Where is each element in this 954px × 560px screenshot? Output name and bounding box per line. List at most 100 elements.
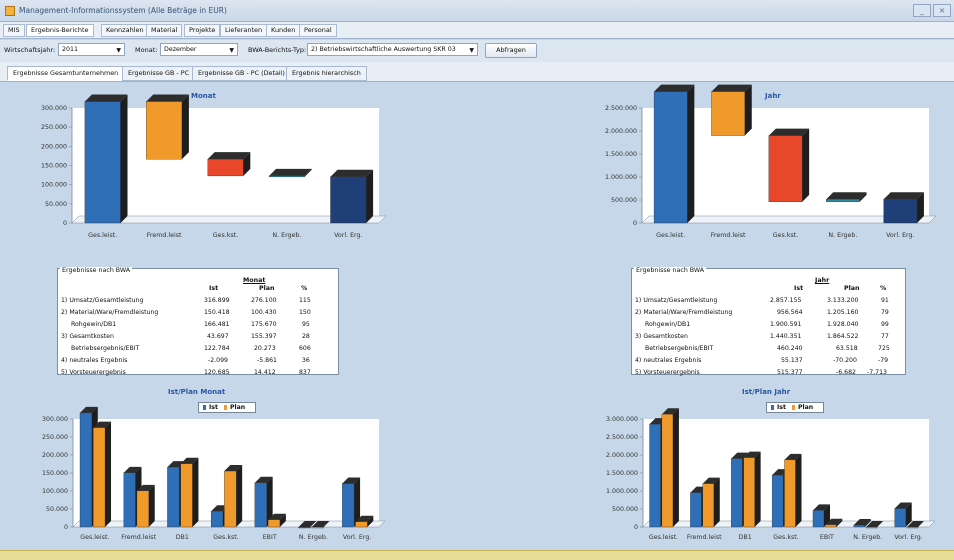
- menu-lieferanten[interactable]: Lieferanten: [220, 24, 268, 37]
- table-cell: -5.861: [257, 357, 277, 364]
- chart-bar: [254, 482, 267, 528]
- year-pct-header: %: [880, 285, 887, 292]
- table-cell: 166.481: [204, 321, 230, 328]
- year-ist-plan-chart: 0 500.000 1.000.000 1.500.000 2.000.000 2.500…: [606, 408, 936, 541]
- table-cell: 2) Material/Ware/Fremdleistung: [635, 309, 733, 316]
- table-cell: 3) Gesamtkosten: [635, 333, 688, 340]
- bar-top: [146, 94, 189, 102]
- legend-swatch-plan: [223, 404, 227, 410]
- x-category-label: Vorl. Erg.: [886, 232, 914, 239]
- year-select[interactable]: 2011 ▼: [58, 43, 125, 56]
- year-plan-header: Plan: [844, 285, 860, 292]
- menu-kunden[interactable]: Kunden: [266, 24, 301, 37]
- x-category-label: Ges.leist.: [80, 534, 109, 541]
- menu-kennzahlen[interactable]: Kennzahlen: [101, 24, 149, 37]
- tab-gb-pc-detail[interactable]: Ergebnisse GB - PC (Detail): [192, 66, 291, 81]
- chart-bar: [649, 423, 661, 528]
- x-category-label: N. Ergeb.: [299, 534, 328, 541]
- chart-bar: [224, 470, 237, 528]
- legend-label-plan: Plan: [797, 404, 814, 411]
- report-content: Monat 0 50.000 100.000 150.000 200.000 250.00…: [8, 84, 946, 548]
- y-tick-label: 0: [63, 220, 67, 227]
- y-tick-label: 3.000.000: [606, 416, 638, 423]
- chart-bar: [690, 492, 702, 528]
- table-cell: 515.377: [777, 369, 803, 376]
- chart-bar: [167, 466, 180, 528]
- chart-bar: [826, 199, 860, 202]
- year-value: 2011: [62, 46, 79, 53]
- month-results-table: Ergebnisse nach BWA Monat Ist Plan % 1) …: [57, 267, 339, 376]
- month-table-title: Ergebnisse nach BWA: [60, 267, 133, 274]
- chart-bar: [771, 474, 784, 528]
- y-tick-label: 500.000: [611, 197, 637, 204]
- chart-bar: [79, 412, 92, 528]
- chart-bar: [342, 483, 355, 528]
- chart-bar: [853, 524, 866, 528]
- table-cell: 1.864.522: [827, 333, 859, 340]
- legend-item-plan: Plan: [791, 403, 814, 412]
- tab-gesamtunternehmen[interactable]: Ergebnisse Gesamtunternehmen: [7, 66, 125, 81]
- table-cell: 120.685: [204, 369, 230, 376]
- x-category-label: Vorl. Erg.: [334, 232, 362, 239]
- legend-swatch-ist: [771, 404, 774, 410]
- menu-mis[interactable]: MIS: [3, 24, 25, 37]
- legend-label-ist: Ist: [777, 404, 786, 411]
- x-category-label: EBIT: [263, 534, 277, 541]
- year-legend: Ist Plan: [766, 402, 825, 413]
- main-menu: MIS Ergebnis-Berichte Kennzahlen Materia…: [0, 22, 954, 39]
- tab-hierarchisch[interactable]: Ergebnis hierarchisch: [286, 66, 367, 81]
- chart-bar: [146, 101, 183, 160]
- y-tick-label: 1.500.000: [605, 151, 637, 158]
- x-category-label: Ges.kst.: [773, 232, 798, 239]
- close-button[interactable]: ×: [933, 4, 951, 17]
- year-results-table: Ergebnisse nach BWA Jahr Ist Plan % 1) U…: [631, 267, 906, 376]
- table-cell: 3.133.200: [827, 297, 859, 304]
- x-category-label: Vorl. Erg.: [343, 534, 371, 541]
- query-button[interactable]: Abfragen: [485, 43, 537, 58]
- x-category-label: EBIT: [820, 534, 834, 541]
- menu-material[interactable]: Material: [146, 24, 183, 37]
- minimize-button[interactable]: _: [913, 4, 931, 17]
- month-pct-header: %: [301, 285, 308, 292]
- month-select[interactable]: Dezember ▼: [160, 43, 238, 56]
- bar-top: [654, 84, 695, 92]
- y-tick-label: 100.000: [41, 182, 67, 189]
- month-waterfall-chart: 0 50.000 100.000 150.000 200.000 250.000 300.0…: [41, 94, 387, 239]
- menu-personal[interactable]: Personal: [299, 24, 337, 37]
- year-table-title: Ergebnisse nach BWA: [634, 267, 707, 274]
- table-cell: 2.857.155: [770, 297, 802, 304]
- x-category-label: Ges.kst.: [773, 534, 798, 541]
- tab-gb-pc[interactable]: Ergebnisse GB - PC: [122, 66, 196, 81]
- table-cell: 837: [299, 369, 311, 376]
- x-category-label: N. Ergeb.: [828, 232, 857, 239]
- month-ist-header: Ist: [209, 285, 219, 292]
- menu-projekte[interactable]: Projekte: [184, 24, 221, 37]
- x-category-label: Fremd.leist: [687, 534, 722, 541]
- y-tick-label: 50.000: [45, 201, 67, 208]
- table-cell: 28: [302, 333, 310, 340]
- table-cell: 150: [299, 309, 311, 316]
- table-cell: -70.200: [833, 357, 857, 364]
- window-titlebar: Management-Informationssystem (Alle Betr…: [0, 0, 954, 22]
- x-category-label: Ges.leist.: [88, 232, 117, 239]
- y-tick-label: 300.000: [42, 416, 68, 423]
- bar-side: [192, 457, 199, 527]
- chart-bar: [267, 519, 281, 528]
- bwa-label: BWA-Berichts-Typ:: [248, 46, 307, 54]
- table-cell: Rohgewin/DB1: [71, 321, 117, 328]
- legend-swatch-plan: [791, 404, 795, 410]
- menu-ergebnis-berichte[interactable]: Ergebnis-Berichte: [26, 24, 94, 37]
- legend-item-ist: Ist: [203, 403, 218, 412]
- bwa-select[interactable]: 2) Betriebswirtschaftliche Auswertung SK…: [307, 43, 478, 56]
- year-chart-title: Jahr: [765, 92, 781, 100]
- year-waterfall-chart: 0 500.000 1.000.000 1.500.000 2.000.000 2.500…: [605, 84, 937, 239]
- table-cell: 5) Vorsteuerergebnis: [61, 369, 126, 376]
- report-tabs: Ergebnisse Gesamtunternehmen Ergebnisse …: [0, 62, 954, 82]
- chart-bar: [180, 463, 193, 528]
- table-cell: 956.564: [777, 309, 803, 316]
- table-cell: 1) Umsatz/Gesamtleistung: [635, 297, 718, 304]
- chart-bar: [702, 483, 714, 528]
- chart-bar: [784, 459, 796, 528]
- chart-bar: [93, 427, 106, 528]
- x-category-label: Fremd.leist: [121, 534, 156, 541]
